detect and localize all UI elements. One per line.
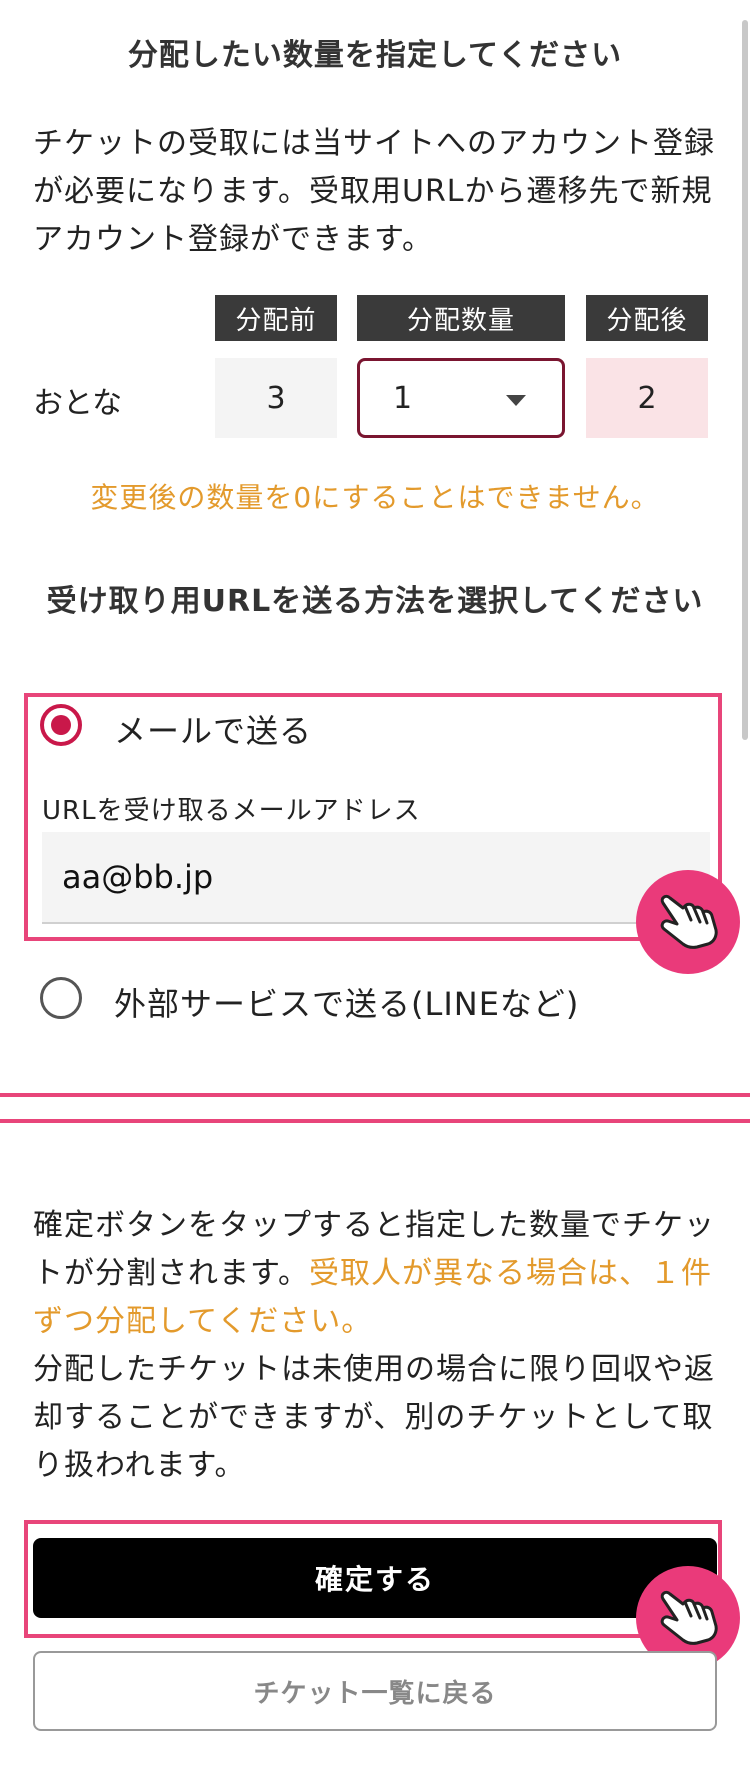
quantity-select[interactable]: 1 xyxy=(357,358,565,438)
email-field[interactable] xyxy=(42,832,710,924)
notice-text: 確定ボタンをタップすると指定した数量でチケットが分割されます。受取人が異なる場合… xyxy=(33,1202,723,1490)
ticket-type-label: おとな xyxy=(33,386,123,421)
mail-option-label[interactable]: メールで送る xyxy=(114,706,312,752)
radio-mail[interactable] xyxy=(40,704,82,746)
caret-down-icon xyxy=(506,395,526,406)
header-after: 分配後 xyxy=(586,295,708,341)
notice-part2: 分配したチケットは未使用の場合に限り回収や返却することができますが、別のチケット… xyxy=(33,1352,715,1483)
after-quantity: 2 xyxy=(586,358,708,438)
quantity-value: 1 xyxy=(393,381,413,416)
external-option-label[interactable]: 外部サービスで送る(LINEなど) xyxy=(114,979,579,1025)
divider-line xyxy=(0,1093,750,1097)
page-title: 分配したい数量を指定してください xyxy=(127,38,623,73)
header-quantity: 分配数量 xyxy=(357,295,565,341)
back-to-list-button[interactable]: チケット一覧に戻る xyxy=(33,1651,717,1731)
email-field-label: URLを受け取るメールアドレス xyxy=(42,796,421,826)
confirm-button[interactable]: 確定する xyxy=(33,1538,717,1618)
scrollbar-thumb[interactable] xyxy=(742,20,748,740)
divider-line xyxy=(0,1119,750,1123)
radio-external[interactable] xyxy=(40,977,82,1019)
before-quantity: 3 xyxy=(215,358,337,438)
header-before: 分配前 xyxy=(215,295,337,341)
warning-text: 変更後の数量を0にすることはできません。 xyxy=(90,481,660,514)
tap-hand-icon xyxy=(636,870,740,974)
send-method-title: 受け取り用URLを送る方法を選択してください xyxy=(46,584,704,619)
intro-text: チケットの受取には当サイトへのアカウント登録が必要になります。受取用URLから遷… xyxy=(33,126,715,257)
